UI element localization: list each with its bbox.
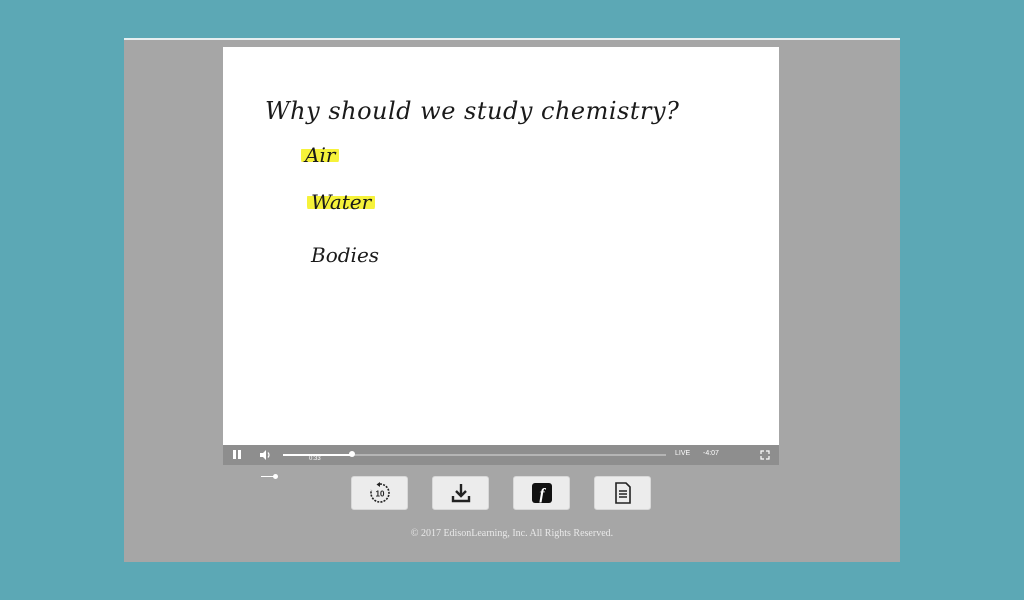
transcript-button[interactable] [594, 476, 651, 510]
slide-title: Why should we study chemistry? [265, 97, 680, 125]
video-control-bar: 0:33 LIVE -4:07 [223, 445, 779, 465]
live-label[interactable]: LIVE [675, 450, 690, 457]
pause-icon[interactable] [233, 450, 241, 459]
seek-handle[interactable] [349, 451, 355, 457]
volume-slider[interactable] [261, 474, 279, 480]
flash-icon: f [531, 483, 552, 503]
download-button[interactable] [432, 476, 489, 510]
flash-button[interactable]: f [513, 476, 570, 510]
seek-bar[interactable] [283, 451, 666, 457]
replay-10-icon: 10 [369, 482, 390, 503]
volume-icon[interactable] [258, 448, 272, 462]
slide-canvas: Why should we study chemistry? Air Water… [223, 47, 779, 445]
remaining-time: -4:07 [703, 450, 719, 457]
replay-10-button[interactable]: 10 [351, 476, 408, 510]
document-icon [614, 482, 631, 504]
fullscreen-icon[interactable] [760, 450, 770, 460]
slide-item-bodies: Bodies [311, 243, 380, 267]
slide-item-air: Air [301, 143, 340, 167]
copyright-text: © 2017 EdisonLearning, Inc. All Rights R… [410, 528, 614, 539]
player-toolbar: 10 f [351, 476, 651, 510]
current-time: 0:33 [309, 456, 321, 462]
volume-handle[interactable] [273, 474, 278, 479]
download-icon [451, 484, 470, 503]
slide-item-water: Water [307, 190, 376, 214]
replay-10-label: 10 [375, 490, 384, 499]
player-frame: Why should we study chemistry? Air Water… [124, 38, 900, 562]
